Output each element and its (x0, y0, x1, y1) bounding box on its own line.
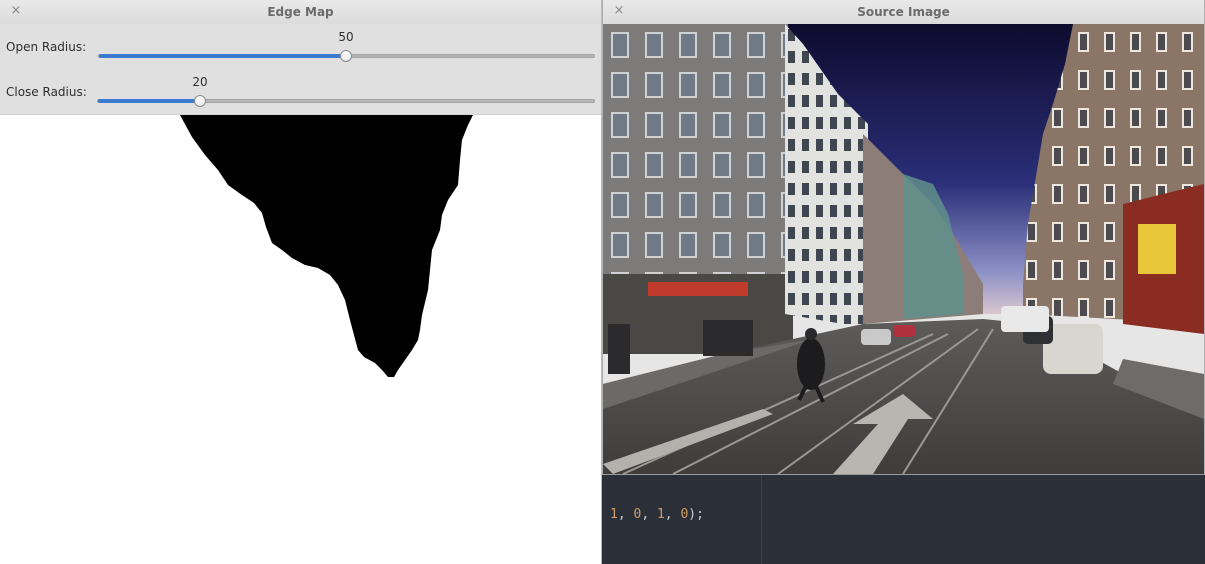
parked-car (893, 325, 915, 337)
pedestrian-head (805, 328, 817, 340)
close-radius-fill (98, 99, 198, 103)
van (1001, 306, 1049, 332)
parked-car (861, 329, 891, 345)
shop-sign (1138, 224, 1176, 274)
code-separator: , (664, 507, 681, 522)
code-number: 1 (610, 507, 618, 522)
open-radius-row: Open Radius: 50 (0, 24, 601, 69)
code-editor-strip: 1, 0, 1, 0); (602, 475, 1205, 564)
edge-map-canvas (0, 115, 601, 564)
close-radius-row: Close Radius: 20 (0, 69, 601, 114)
code-line[interactable]: 1, 0, 1, 0); (610, 507, 704, 522)
source-image-title: Source Image (857, 5, 950, 19)
code-number: 1 (656, 507, 665, 522)
code-tail: ); (688, 507, 704, 522)
open-radius-value: 50 (338, 30, 354, 44)
awning (648, 282, 748, 296)
open-radius-fill (99, 54, 348, 58)
pedestrian-group (703, 320, 753, 356)
edge-map-blob (180, 115, 473, 377)
open-radius-handle[interactable] (340, 50, 352, 62)
code-separator: , (617, 507, 634, 522)
source-image-window: × Source Image (602, 0, 1205, 475)
pedestrian-group (608, 324, 630, 374)
edge-map-window: × Edge Map Open Radius: 50 Close Radius:… (0, 0, 602, 564)
street-photo (603, 24, 1204, 474)
close-radius-slider[interactable] (97, 99, 595, 103)
close-radius-value: 20 (192, 75, 208, 89)
close-radius-label: Close Radius: (6, 85, 87, 99)
source-image-titlebar[interactable]: × Source Image (603, 0, 1204, 25)
edge-map-titlebar[interactable]: × Edge Map (0, 0, 601, 25)
editor-divider (761, 475, 762, 564)
close-radius-handle[interactable] (194, 95, 206, 107)
code-separator: , (641, 507, 657, 522)
pedestrian (797, 338, 825, 390)
edge-map-title: Edge Map (267, 5, 334, 19)
building-left (603, 24, 788, 314)
open-radius-label: Open Radius: (6, 40, 87, 54)
radius-controls: Open Radius: 50 Close Radius: 20 (0, 24, 601, 115)
